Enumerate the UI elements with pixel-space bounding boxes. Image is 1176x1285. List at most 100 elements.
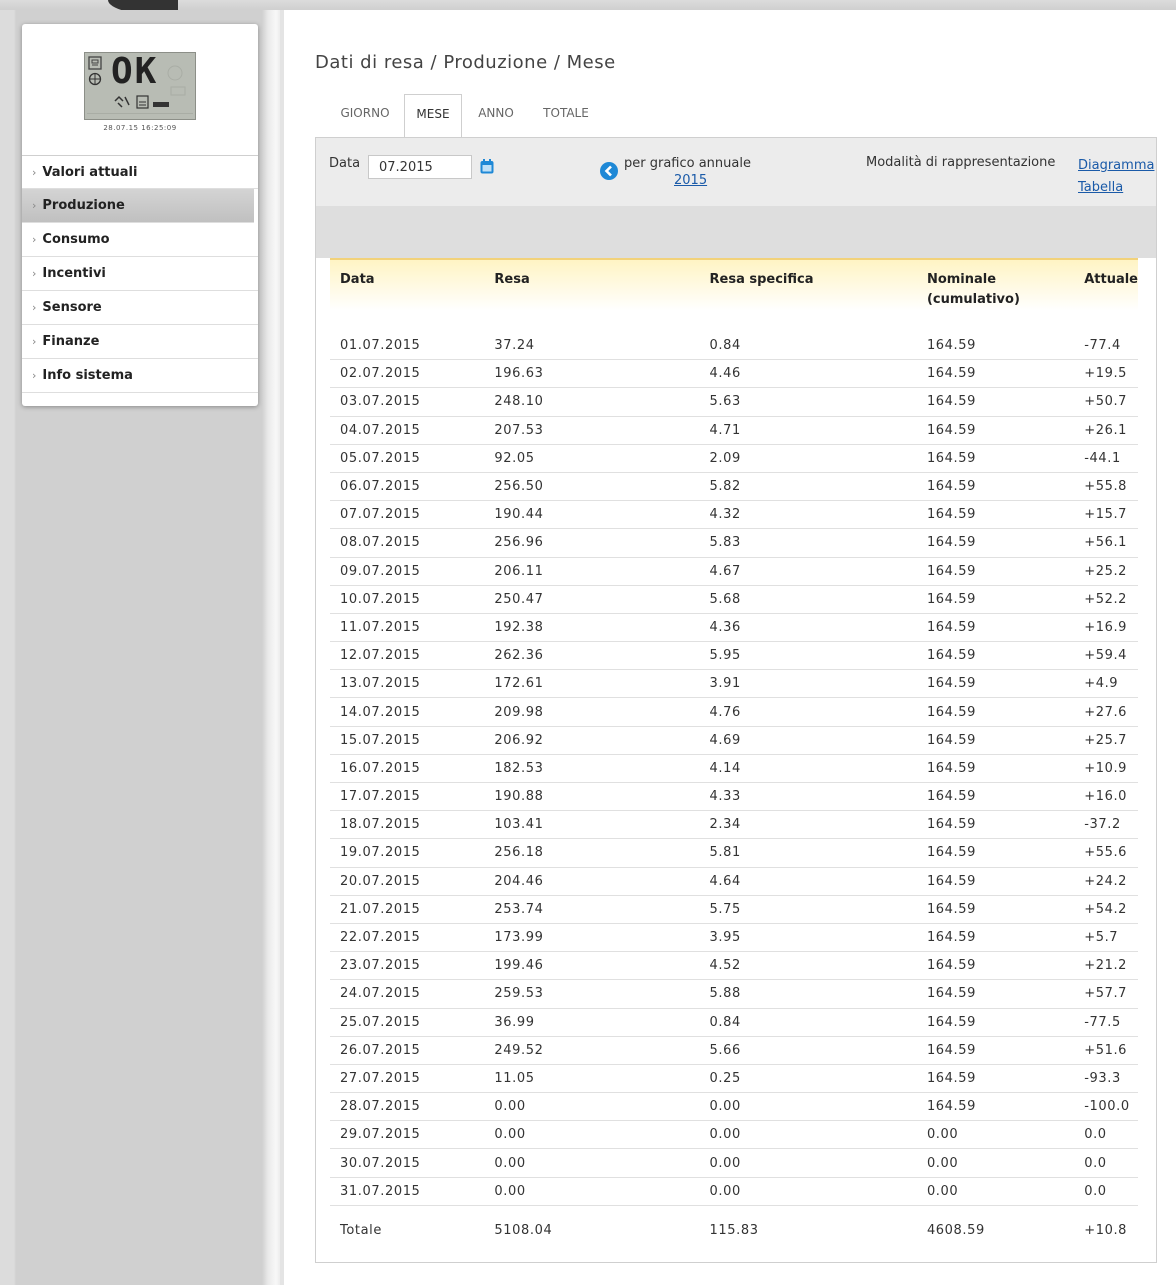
cell-data: 22.07.2015 [330,923,485,953]
cell-resa-specifica: 4.71 [699,416,917,445]
device-display-text: OK [111,51,159,92]
total-resa: 5108.04 [494,1223,553,1239]
cell-resa-specifica: 0.84 [699,332,917,361]
cell-resa-specifica: 4.14 [699,754,917,784]
sidebar-item-consumo[interactable]: › Consumo [22,223,258,257]
cell-resa: 256.96 [484,528,700,558]
cell-data: 16.07.2015 [330,754,485,784]
cell-resa-specifica: 5.81 [699,838,917,868]
calendar-icon[interactable] [480,159,494,174]
cell-resa: 250.47 [484,585,700,614]
sidebar-item-produzione[interactable]: › Produzione [22,189,254,223]
cell-attuale: +24.2 [1074,867,1138,896]
cell-attuale: +16.9 [1074,613,1138,643]
sidebar-item-finanze[interactable]: › Finanze [22,325,258,359]
cell-resa-specifica: 4.46 [699,359,917,389]
cell-attuale: +26.1 [1074,416,1138,445]
cell-resa: 259.53 [484,979,700,1009]
cell-attuale: +5.7 [1074,923,1138,953]
sidebar-item-label: Info sistema [42,368,133,383]
device-timestamp: 28.07.15 16:25:09 [103,124,177,132]
table-row: 07.07.2015 190.44 4.32 164.59 +15.7 [330,500,1138,530]
cell-resa-specifica: 0.84 [699,1008,917,1037]
table-row: 26.07.2015 249.52 5.66 164.59 +51.6 [330,1036,1138,1065]
table-row: 24.07.2015 259.53 5.88 164.59 +57.7 [330,979,1138,1009]
table-row: 23.07.2015 199.46 4.52 164.59 +21.2 [330,951,1138,981]
tab-label: TOTALE [543,106,589,120]
cell-attuale: +21.2 [1074,951,1138,981]
cell-resa: 11.05 [484,1064,700,1094]
chevron-right-icon: › [32,199,37,212]
cell-resa-specifica: 3.91 [699,669,917,699]
tab-giorno[interactable]: GIORNO [328,94,402,136]
cell-nominale: 164.59 [916,444,1075,473]
cell-attuale: +55.6 [1074,838,1138,868]
table-row: 16.07.2015 182.53 4.14 164.59 +10.9 [330,754,1138,784]
annual-chart-link[interactable]: 2015 [624,172,774,189]
cell-nominale: 0.00 [916,1120,1075,1150]
cell-nominale: 164.59 [916,1008,1075,1037]
cell-resa-specifica: 5.66 [699,1036,917,1065]
cell-data: 08.07.2015 [330,528,485,558]
cell-attuale: -77.4 [1074,332,1138,361]
tab-mese[interactable]: MESE [404,94,462,137]
cell-resa: 190.88 [484,782,700,812]
tab-label: GIORNO [340,106,390,120]
mode-table-link[interactable]: Tabella [1078,177,1154,199]
cell-nominale: 164.59 [916,613,1075,643]
cell-resa: 192.38 [484,613,700,643]
cell-attuale: +25.2 [1074,557,1138,586]
cell-attuale: -44.1 [1074,444,1138,473]
cell-nominale: 164.59 [916,1036,1075,1065]
cell-data: 29.07.2015 [330,1120,485,1150]
annual-chart-nav: per grafico annuale 2015 [624,155,774,189]
chevron-right-icon: › [32,335,37,348]
cell-nominale: 164.59 [916,332,1075,361]
cell-attuale: +10.9 [1074,754,1138,784]
table-row: 21.07.2015 253.74 5.75 164.59 +54.2 [330,895,1138,924]
cell-data: 21.07.2015 [330,895,485,924]
table-body: 01.07.2015 37.24 0.84 164.59 -77.4 02.07.2015… [330,332,1138,1206]
table-row: 28.07.2015 0.00 0.00 164.59 -100.0 [330,1092,1138,1122]
tab-totale[interactable]: TOTALE [530,94,602,136]
cell-data: 27.07.2015 [330,1064,485,1094]
cell-attuale: -77.5 [1074,1008,1138,1037]
cell-data: 23.07.2015 [330,951,485,981]
mode-diagram-link[interactable]: Diagramma [1078,155,1154,177]
cell-data: 05.07.2015 [330,444,485,473]
cell-attuale: -100.0 [1074,1092,1138,1122]
cell-nominale: 164.59 [916,726,1075,755]
tab-label: MESE [416,107,450,121]
cell-resa-specifica: 3.95 [699,923,917,953]
sidebar-item-label: Finanze [42,334,100,349]
chevron-left-circle-icon[interactable] [600,162,618,180]
table-row: 22.07.2015 173.99 3.95 164.59 +5.7 [330,923,1138,953]
cell-attuale: -37.2 [1074,810,1138,840]
cell-resa: 0.00 [484,1148,700,1178]
tab-anno[interactable]: ANNO [464,94,528,136]
table-row: 10.07.2015 250.47 5.68 164.59 +52.2 [330,585,1138,614]
sidebar-item-info-sistema[interactable]: › Info sistema [22,359,258,393]
chevron-right-icon: › [32,166,37,179]
sidebar-item-label: Valori attuali [42,165,138,180]
cell-data: 26.07.2015 [330,1036,485,1065]
cell-resa-specifica: 4.76 [699,697,917,727]
sidebar-item-label: Incentivi [42,266,106,281]
cell-nominale: 164.59 [916,754,1075,784]
cell-resa-specifica: 0.00 [699,1148,917,1178]
cell-data: 25.07.2015 [330,1008,485,1037]
col-header-resa: Resa [484,258,700,332]
sidebar-item-incentivi[interactable]: › Incentivi [22,257,258,291]
cell-resa: 196.63 [484,359,700,389]
cell-resa-specifica: 5.68 [699,585,917,614]
cell-attuale: +51.6 [1074,1036,1138,1065]
cell-resa: 92.05 [484,444,700,473]
date-input[interactable] [368,155,472,179]
sidebar-item-label: Produzione [42,198,125,213]
cell-nominale: 164.59 [916,472,1075,502]
sidebar-item-sensore[interactable]: › Sensore [22,291,258,325]
cell-nominale: 164.59 [916,923,1075,953]
sidebar-item-valori-attuali[interactable]: › Valori attuali [22,155,258,189]
cell-resa-specifica: 5.75 [699,895,917,924]
table-row: 31.07.2015 0.00 0.00 0.00 0.0 [330,1177,1138,1206]
